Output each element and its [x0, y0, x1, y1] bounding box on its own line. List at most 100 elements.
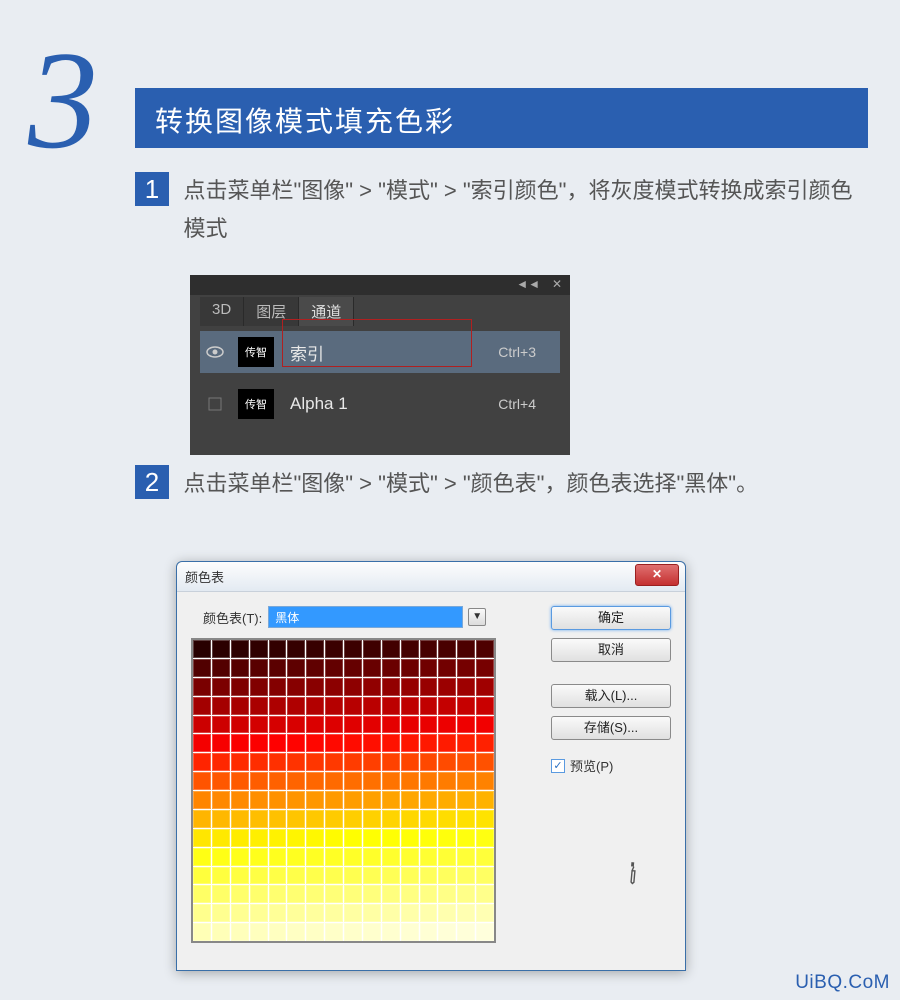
- color-swatch[interactable]: [269, 810, 287, 828]
- color-swatch[interactable]: [476, 885, 494, 903]
- color-swatch[interactable]: [382, 791, 400, 809]
- load-button[interactable]: 载入(L)...: [551, 684, 671, 708]
- color-swatch[interactable]: [438, 867, 456, 885]
- color-swatch[interactable]: [287, 772, 305, 790]
- ok-button[interactable]: 确定: [551, 606, 671, 630]
- color-swatch[interactable]: [193, 848, 211, 866]
- color-swatch[interactable]: [401, 678, 419, 696]
- close-button[interactable]: ✕: [635, 564, 679, 586]
- color-swatch[interactable]: [287, 678, 305, 696]
- color-swatch[interactable]: [287, 791, 305, 809]
- color-swatch[interactable]: [325, 904, 343, 922]
- color-swatch[interactable]: [325, 659, 343, 677]
- color-swatch[interactable]: [382, 904, 400, 922]
- color-swatch[interactable]: [438, 753, 456, 771]
- color-swatch[interactable]: [344, 659, 362, 677]
- color-swatch[interactable]: [325, 772, 343, 790]
- color-swatch[interactable]: [269, 923, 287, 941]
- color-swatch[interactable]: [287, 716, 305, 734]
- color-swatch[interactable]: [269, 734, 287, 752]
- color-swatch[interactable]: [363, 829, 381, 847]
- color-swatch[interactable]: [344, 772, 362, 790]
- color-swatch[interactable]: [382, 829, 400, 847]
- color-swatch[interactable]: [344, 678, 362, 696]
- color-swatch[interactable]: [269, 716, 287, 734]
- color-swatch[interactable]: [363, 904, 381, 922]
- color-swatch[interactable]: [382, 678, 400, 696]
- color-swatch[interactable]: [382, 659, 400, 677]
- channel-row-alpha1[interactable]: 传智 Alpha 1 Ctrl+4: [200, 383, 560, 425]
- color-swatch[interactable]: [325, 829, 343, 847]
- color-swatch[interactable]: [476, 923, 494, 941]
- color-swatch[interactable]: [287, 640, 305, 658]
- color-swatch[interactable]: [401, 734, 419, 752]
- color-swatch[interactable]: [344, 904, 362, 922]
- color-swatch[interactable]: [231, 716, 249, 734]
- color-swatch[interactable]: [193, 716, 211, 734]
- color-swatch[interactable]: [382, 640, 400, 658]
- color-swatch[interactable]: [250, 697, 268, 715]
- color-swatch[interactable]: [420, 734, 438, 752]
- color-swatch[interactable]: [438, 848, 456, 866]
- color-swatch[interactable]: [212, 885, 230, 903]
- color-swatch[interactable]: [438, 791, 456, 809]
- color-swatch[interactable]: [344, 734, 362, 752]
- color-swatch[interactable]: [287, 885, 305, 903]
- color-swatch[interactable]: [193, 791, 211, 809]
- color-swatch[interactable]: [193, 904, 211, 922]
- color-swatch[interactable]: [231, 734, 249, 752]
- tab-layers[interactable]: 图层: [244, 297, 299, 326]
- color-swatch[interactable]: [457, 810, 475, 828]
- color-swatch[interactable]: [212, 923, 230, 941]
- color-swatch[interactable]: [476, 848, 494, 866]
- visibility-eye-icon[interactable]: [200, 337, 230, 367]
- color-swatch[interactable]: [250, 885, 268, 903]
- color-swatch[interactable]: [382, 697, 400, 715]
- color-swatch[interactable]: [344, 753, 362, 771]
- color-swatch[interactable]: [287, 867, 305, 885]
- color-swatch[interactable]: [363, 848, 381, 866]
- dropdown-arrow-icon[interactable]: ▼: [468, 608, 486, 626]
- color-swatch[interactable]: [212, 810, 230, 828]
- color-swatch[interactable]: [269, 848, 287, 866]
- color-swatch[interactable]: [382, 753, 400, 771]
- color-swatch[interactable]: [363, 659, 381, 677]
- color-swatch[interactable]: [476, 829, 494, 847]
- dialog-titlebar[interactable]: 颜色表 ✕: [177, 562, 685, 592]
- color-swatch[interactable]: [287, 734, 305, 752]
- color-swatch[interactable]: [306, 810, 324, 828]
- color-swatch[interactable]: [287, 810, 305, 828]
- color-swatch[interactable]: [306, 829, 324, 847]
- color-swatch[interactable]: [401, 640, 419, 658]
- panel-menu-icon[interactable]: ✕: [552, 277, 562, 291]
- color-swatch[interactable]: [382, 867, 400, 885]
- color-swatch[interactable]: [438, 678, 456, 696]
- color-swatch[interactable]: [193, 678, 211, 696]
- color-swatch[interactable]: [476, 904, 494, 922]
- color-swatch[interactable]: [457, 734, 475, 752]
- color-swatch[interactable]: [382, 848, 400, 866]
- color-swatch[interactable]: [306, 659, 324, 677]
- color-swatch[interactable]: [457, 640, 475, 658]
- color-swatch[interactable]: [457, 716, 475, 734]
- color-swatch[interactable]: [457, 678, 475, 696]
- color-swatch[interactable]: [420, 697, 438, 715]
- color-swatch[interactable]: [231, 678, 249, 696]
- color-swatch[interactable]: [250, 640, 268, 658]
- color-swatch[interactable]: [457, 923, 475, 941]
- color-swatch[interactable]: [325, 640, 343, 658]
- color-swatch[interactable]: [231, 791, 249, 809]
- visibility-eye-icon[interactable]: [200, 389, 230, 419]
- save-button[interactable]: 存储(S)...: [551, 716, 671, 740]
- color-swatch[interactable]: [363, 640, 381, 658]
- color-swatch[interactable]: [438, 659, 456, 677]
- color-swatch[interactable]: [401, 810, 419, 828]
- color-swatch[interactable]: [287, 659, 305, 677]
- color-swatch[interactable]: [401, 772, 419, 790]
- color-swatch[interactable]: [212, 904, 230, 922]
- color-swatch[interactable]: [250, 753, 268, 771]
- color-swatch[interactable]: [269, 904, 287, 922]
- color-swatch[interactable]: [306, 867, 324, 885]
- color-swatch[interactable]: [212, 753, 230, 771]
- color-swatch[interactable]: [250, 716, 268, 734]
